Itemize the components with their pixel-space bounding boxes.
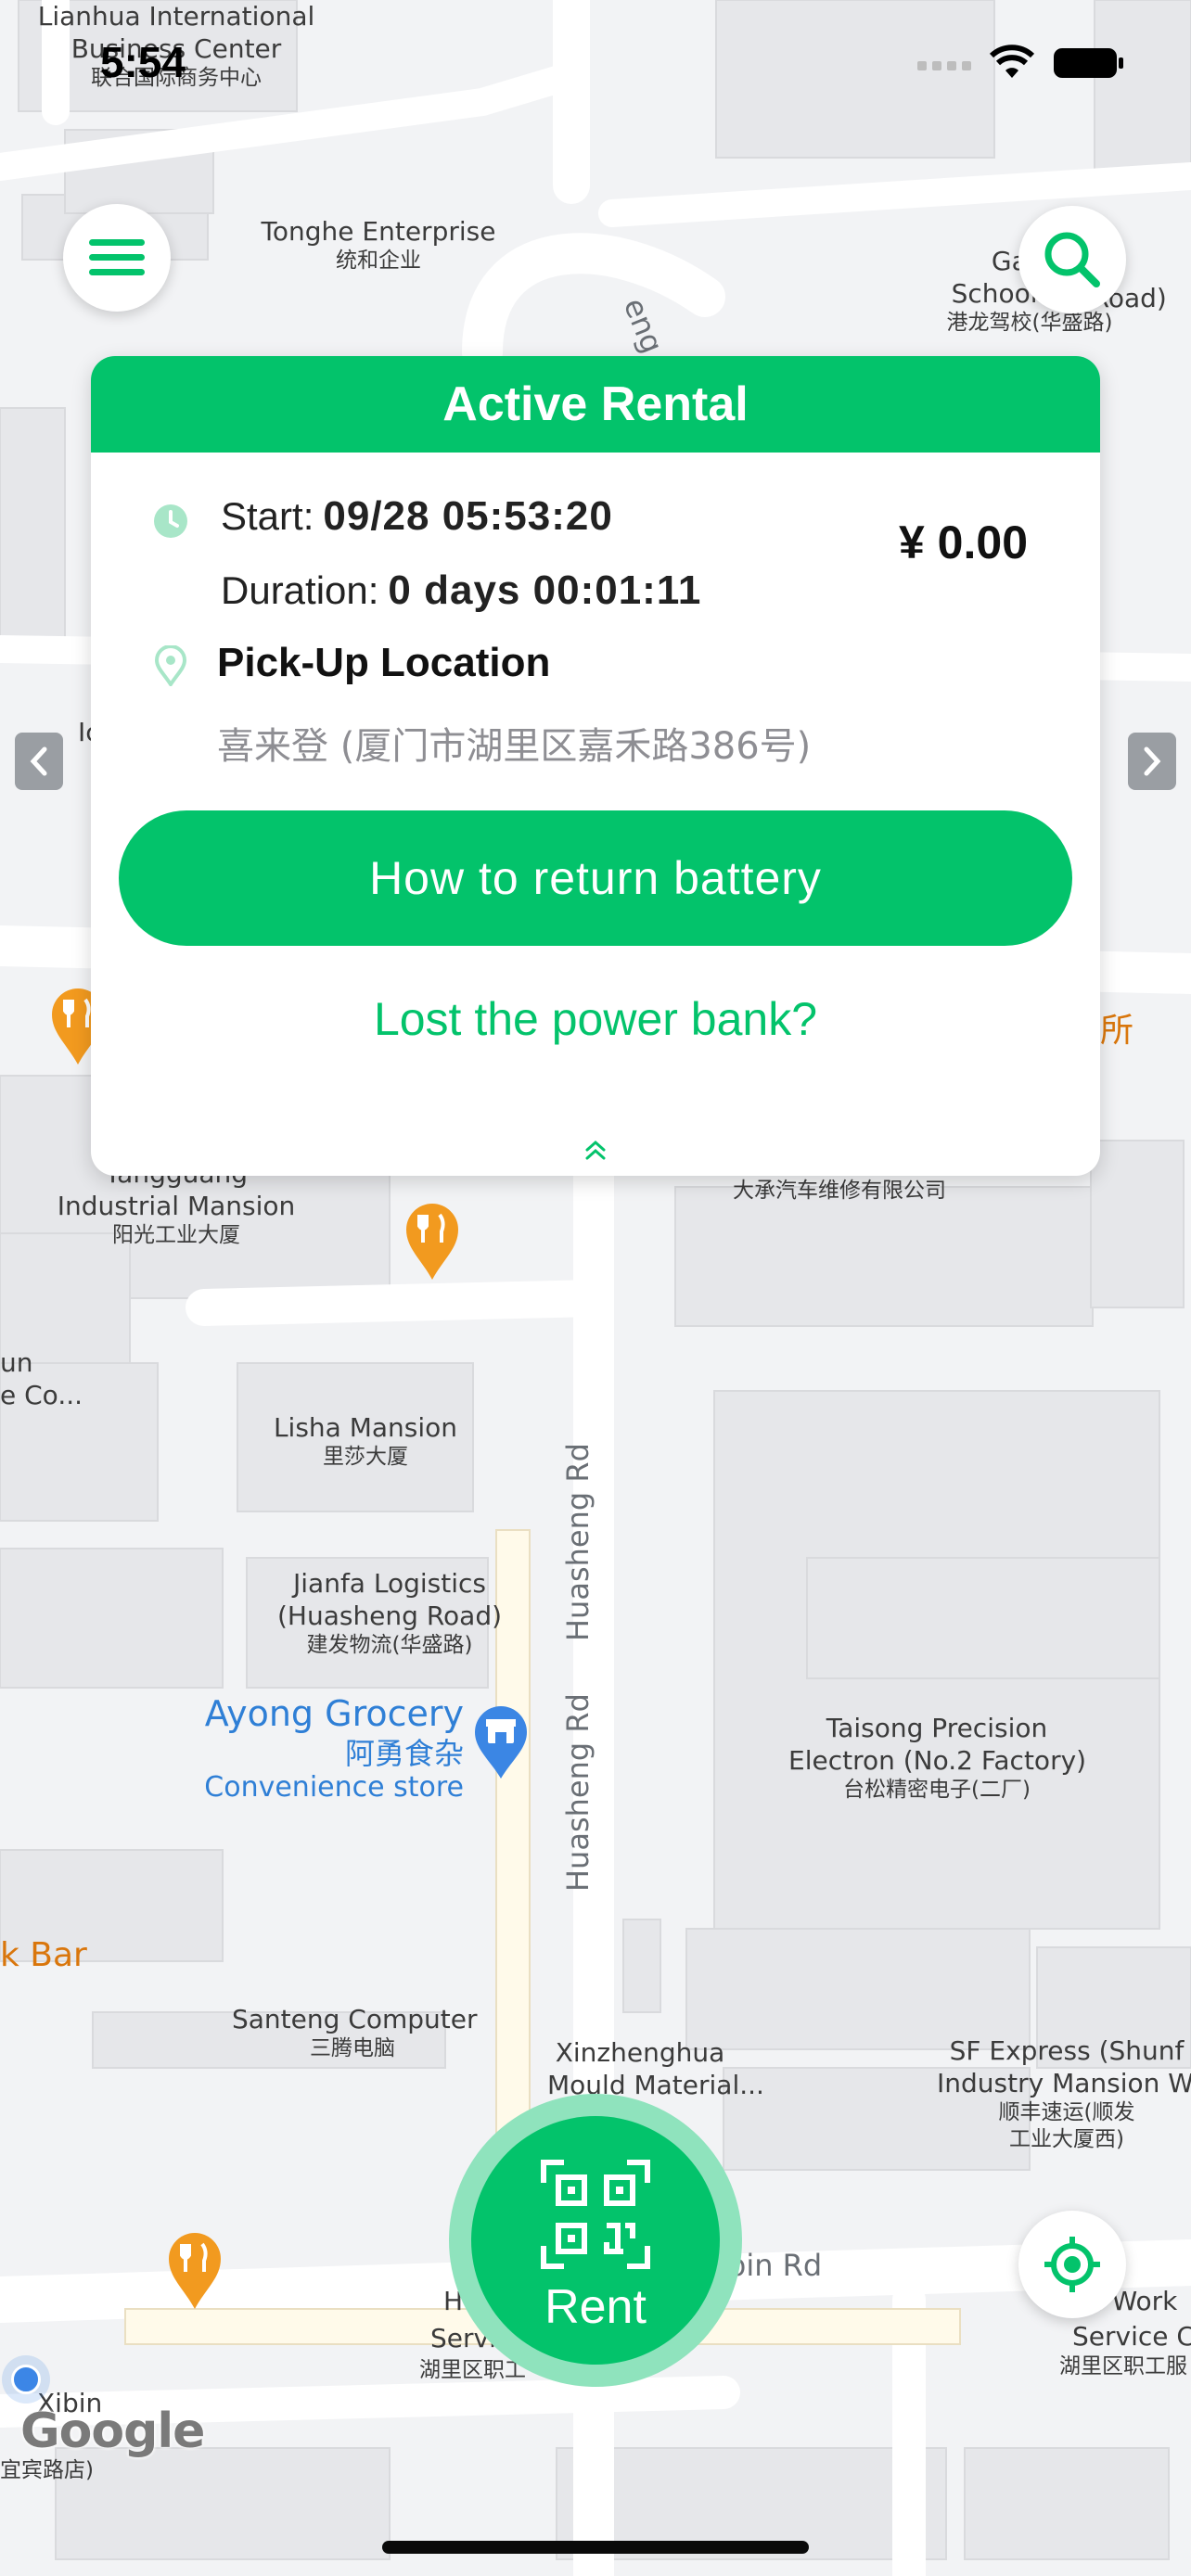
status-time: 5:54 [100, 38, 186, 86]
restaurant-pin-icon[interactable] [403, 1200, 462, 1282]
store-pin-icon[interactable] [471, 1702, 531, 1780]
poi-ayong-grocery[interactable]: Ayong Grocery 阿勇食杂 Convenience store [176, 1693, 464, 1804]
menu-button[interactable] [63, 204, 171, 312]
map-label-sf-express: SF Express (Shunf Industry Mansion We 顺丰速运… [937, 2035, 1191, 2151]
road-label-huasheng-1: Huasheng Rd [560, 1443, 596, 1641]
home-indicator[interactable] [382, 2541, 809, 2554]
location-pin-icon [154, 645, 187, 686]
chevron-right-icon [1144, 746, 1161, 776]
rent-label: Rent [544, 2280, 647, 2334]
pickup-location-title: Pick-Up Location [217, 640, 551, 685]
chevrons-up-icon[interactable] [580, 1133, 611, 1165]
how-to-return-button[interactable]: How to return battery [119, 810, 1072, 946]
start-row: Start: 09/28 05:53:20 [221, 493, 613, 540]
active-rental-card: Active Rental Start: 09/28 05:53:20 Durat… [91, 356, 1100, 1176]
status-icons [917, 45, 1126, 82]
map-label-service-ce: Service Ce [1072, 2321, 1191, 2352]
pickup-address: 喜来登 (厦门市湖里区嘉禾路386号) [217, 725, 812, 768]
next-arrow-button[interactable] [1128, 733, 1176, 790]
map-label-dacheng: 大承汽车维修有限公司 [733, 1179, 946, 1203]
map-label-jianfa: Jianfa Logistics (Huasheng Road) 建发物流(华盛路) [276, 1568, 503, 1657]
search-icon [1044, 232, 1100, 287]
duration-value: 0 days 00:01:11 [388, 567, 702, 613]
map-label-santeng: Santeng Computer 三腾电脑 [232, 2004, 478, 2060]
locate-me-button[interactable] [1018, 2211, 1126, 2318]
qr-code-icon [541, 2160, 650, 2269]
start-label: Start: [221, 494, 314, 538]
rental-price: ¥ 0.00 [898, 516, 1028, 568]
menu-icon [89, 239, 145, 275]
map-label-un-co: un e Co... [0, 1347, 83, 1410]
signal-icon [917, 61, 972, 70]
duration-label: Duration: [221, 568, 379, 612]
map-label-lisha: Lisha Mansion 里莎大厦 [273, 1412, 458, 1469]
map-label-xinzhenghua: Xinzhenghua Mould Material... [547, 2037, 764, 2100]
crosshair-icon [1044, 2237, 1100, 2292]
map-label-suo: 所 [1100, 1012, 1134, 1050]
map-label-tonghe: Tonghe Enterprise 统和企业 [261, 216, 496, 273]
map-label-k-bar: k Bar [0, 1936, 87, 1974]
card-title: Active Rental [91, 356, 1100, 453]
search-button[interactable] [1018, 206, 1126, 313]
road-label-huasheng-2: Huasheng Rd [560, 1693, 596, 1892]
map-label-zhigong-fu: 湖里区职工服 [1059, 2354, 1187, 2378]
wifi-icon [989, 45, 1034, 78]
chevron-left-icon [30, 746, 47, 776]
start-value: 09/28 05:53:20 [323, 493, 613, 539]
map-label-taisong: Taisong Precision Electron (No.2 Factory)… [788, 1713, 1087, 1802]
clock-icon [154, 504, 187, 538]
map-label-xibin-zh: 宜宾路店) [0, 2458, 94, 2482]
battery-icon [1054, 48, 1123, 78]
restaurant-pin-icon[interactable] [165, 2229, 224, 2311]
prev-arrow-button[interactable] [15, 733, 63, 790]
user-location-dot [2, 2355, 50, 2404]
rent-button-inner[interactable]: Rent [471, 2116, 720, 2365]
map-label-zhigong: 湖里区职工 [419, 2358, 526, 2382]
duration-row: Duration: 0 days 00:01:11 [221, 567, 701, 614]
rent-button[interactable]: Rent [449, 2094, 742, 2387]
google-attribution: Google [20, 2404, 205, 2459]
lost-power-bank-link[interactable]: Lost the power bank? [91, 992, 1100, 1046]
